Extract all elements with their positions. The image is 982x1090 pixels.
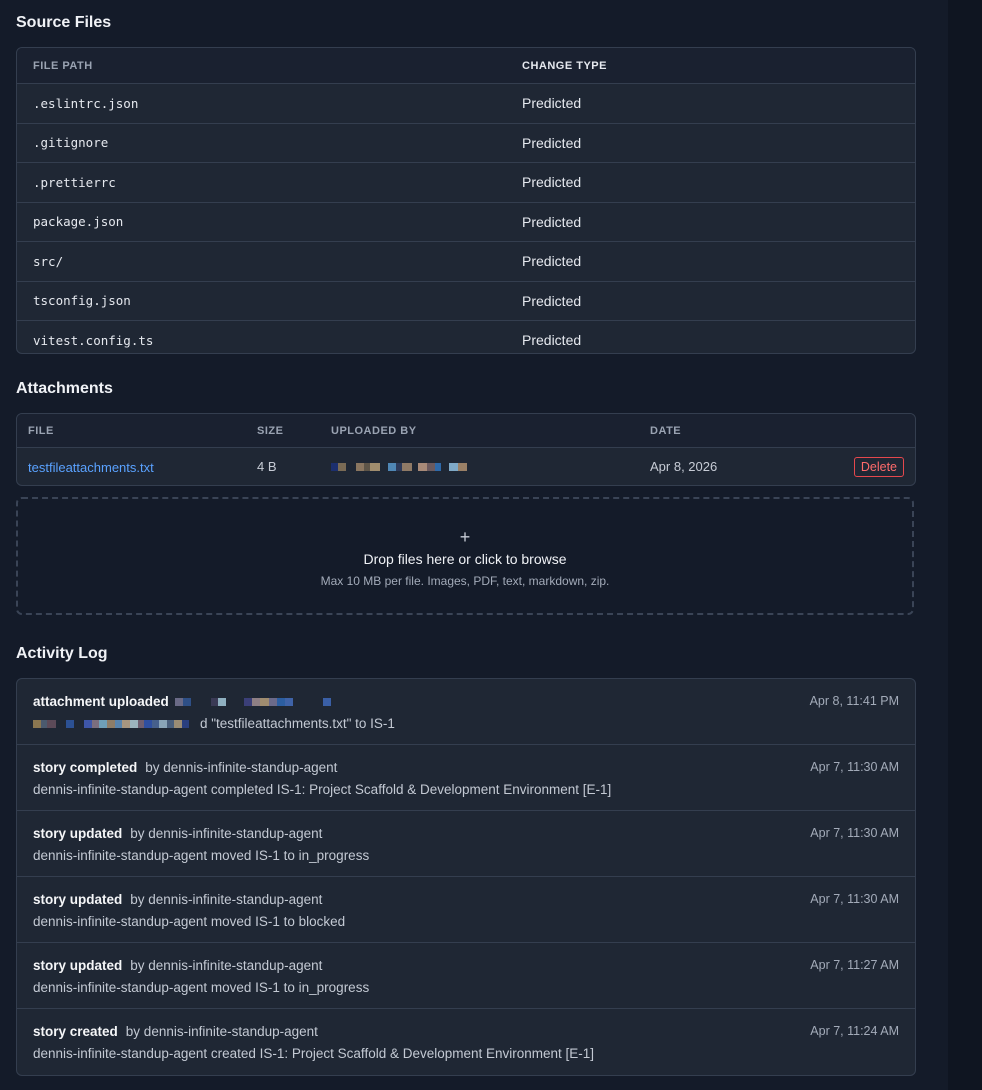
column-file-path: FILE PATH <box>33 59 93 72</box>
change-type: Predicted <box>522 213 582 230</box>
attachments-header: FILE SIZE UPLOADED BY DATE <box>17 414 915 448</box>
activity-title: attachment uploaded <box>33 694 169 709</box>
change-type: Predicted <box>522 332 582 349</box>
activity-description: d "testfileattachments.txt" to IS-1 <box>200 716 395 731</box>
activity-entry: story completed by dennis-infinite-stand… <box>17 745 915 811</box>
activity-entry: story updated by dennis-infinite-standup… <box>17 877 915 943</box>
table-row: tsconfig.json Predicted <box>17 282 915 321</box>
change-type: Predicted <box>522 134 582 151</box>
activity-description: dennis-infinite-standup-agent moved IS-1… <box>33 980 370 995</box>
file-path: vitest.config.ts <box>33 332 154 348</box>
column-change-type: CHANGE TYPE <box>522 59 607 72</box>
column-date: DATE <box>650 424 682 437</box>
activity-time: Apr 7, 11:30 AM <box>810 760 899 774</box>
right-gutter <box>948 0 982 1090</box>
delete-attachment-button[interactable]: Delete <box>853 456 904 477</box>
description-redacted <box>33 719 199 728</box>
attachment-size: 4 B <box>257 459 277 474</box>
dropzone-instructions: Drop files here or click to browse <box>363 551 567 567</box>
activity-title: story created <box>33 1024 118 1039</box>
attachments-title: Attachments <box>16 380 113 397</box>
activity-log-title: Activity Log <box>16 645 108 662</box>
attachment-row: testfileattachments.txt 4 B Apr 8, 2026 … <box>17 448 915 485</box>
activity-time: Apr 7, 11:30 AM <box>810 826 899 840</box>
activity-title: story updated <box>33 892 123 907</box>
activity-entry: attachment uploaded d "testfileattachmen… <box>17 679 915 745</box>
activity-description: dennis-infinite-standup-agent moved IS-1… <box>33 848 370 863</box>
table-row: .eslintrc.json Predicted <box>17 84 915 124</box>
file-path: package.json <box>33 214 124 230</box>
source-files-title: Source Files <box>16 14 112 31</box>
activity-title: story updated <box>33 826 123 841</box>
actor-redacted <box>174 697 331 706</box>
dropzone-limits: Max 10 MB per file. Images, PDF, text, m… <box>320 574 610 588</box>
activity-log: attachment uploaded d "testfileattachmen… <box>16 678 916 1076</box>
activity-title: story updated <box>33 958 123 973</box>
activity-title: story completed <box>33 760 138 775</box>
source-files-header: FILE PATH CHANGE TYPE <box>17 48 915 84</box>
attachments-table: FILE SIZE UPLOADED BY DATE testfileattac… <box>16 413 916 486</box>
change-type: Predicted <box>522 292 582 309</box>
table-row: vitest.config.ts Predicted <box>17 321 915 353</box>
activity-entry: story updated by dennis-infinite-standup… <box>17 943 915 1009</box>
change-type: Predicted <box>522 174 582 191</box>
activity-time: Apr 7, 11:27 AM <box>810 958 899 972</box>
activity-time: Apr 7, 11:30 AM <box>810 892 899 906</box>
attachment-file-link[interactable]: testfileattachments.txt <box>28 460 154 475</box>
activity-description: dennis-infinite-standup-agent completed … <box>33 782 612 797</box>
file-path: .prettierrc <box>33 174 116 190</box>
activity-description: dennis-infinite-standup-agent moved IS-1… <box>33 914 346 929</box>
uploader-redacted <box>331 462 650 471</box>
activity-actor: by dennis-infinite-standup-agent <box>130 958 323 973</box>
file-dropzone[interactable]: + Drop files here or click to browse Max… <box>16 497 914 615</box>
activity-actor: by dennis-infinite-standup-agent <box>130 826 323 841</box>
activity-time: Apr 8, 11:41 PM <box>809 694 899 708</box>
table-row: src/ Predicted <box>17 242 915 282</box>
change-type: Predicted <box>522 95 582 112</box>
change-type: Predicted <box>522 253 582 270</box>
table-row: package.json Predicted <box>17 203 915 242</box>
file-path: src/ <box>33 253 64 269</box>
activity-actor: by dennis-infinite-standup-agent <box>145 760 338 775</box>
activity-entry: story created by dennis-infinite-standup… <box>17 1009 915 1075</box>
file-path: .gitignore <box>33 135 109 151</box>
file-path: tsconfig.json <box>33 293 131 309</box>
activity-actor: by dennis-infinite-standup-agent <box>125 1024 318 1039</box>
column-size: SIZE <box>257 424 284 437</box>
activity-actor: by dennis-infinite-standup-agent <box>130 892 323 907</box>
plus-icon: + <box>459 527 471 547</box>
activity-time: Apr 7, 11:24 AM <box>810 1024 899 1038</box>
activity-entry: story updated by dennis-infinite-standup… <box>17 811 915 877</box>
source-files-table: FILE PATH CHANGE TYPE .eslintrc.json Pre… <box>16 47 916 354</box>
table-row: .prettierrc Predicted <box>17 163 915 203</box>
table-row: .gitignore Predicted <box>17 124 915 163</box>
file-path: .eslintrc.json <box>33 95 139 111</box>
activity-description: dennis-infinite-standup-agent created IS… <box>33 1046 595 1061</box>
column-uploaded-by: UPLOADED BY <box>331 424 417 437</box>
column-file: FILE <box>28 424 54 437</box>
attachment-date: Apr 8, 2026 <box>650 459 718 474</box>
